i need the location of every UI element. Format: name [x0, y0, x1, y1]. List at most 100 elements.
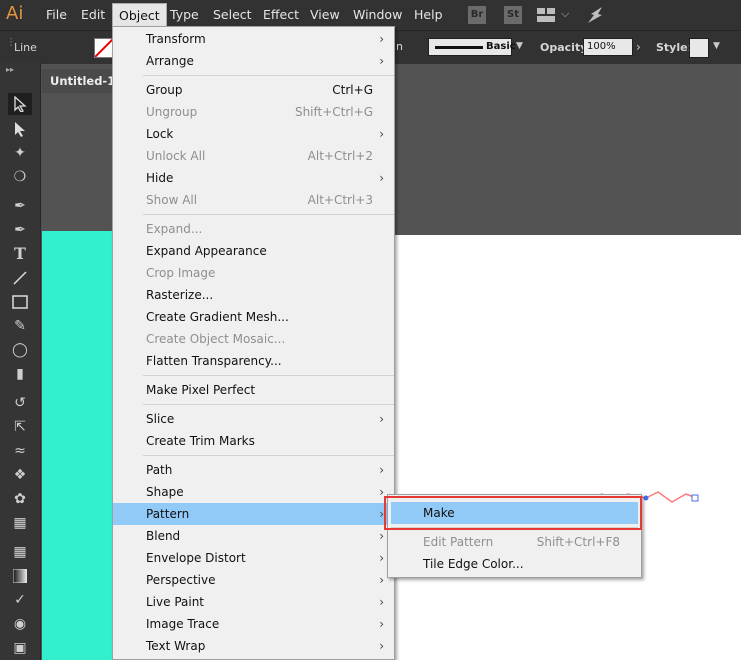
workspace-layout-icon[interactable] — [537, 8, 555, 22]
menu-item-label: Slice — [146, 412, 175, 426]
menu-shortcut: Shift+Ctrl+F8 — [536, 535, 620, 549]
menu-item-create-object-mosaic: Create Object Mosaic... — [113, 328, 394, 350]
chevron-right-icon: › — [379, 551, 384, 565]
menu-item-lock[interactable]: Lock › — [113, 123, 394, 145]
menu-item-group[interactable]: Group Ctrl+G — [113, 79, 394, 101]
graphic-style-swatch[interactable] — [689, 38, 709, 58]
chevron-down-icon[interactable]: ⌵ — [561, 7, 569, 21]
teal-shape[interactable] — [42, 231, 114, 660]
illustrator-logo: Ai — [6, 3, 24, 24]
menu-item-live-paint[interactable]: Live Paint › — [113, 591, 394, 613]
menu-item-label: Crop Image — [146, 266, 216, 280]
callout-highlight — [384, 496, 642, 530]
shaper-tool-icon[interactable]: ◯ — [8, 339, 32, 361]
chevron-down-icon[interactable]: ▼ — [516, 41, 523, 51]
menu-item-label: Create Object Mosaic... — [146, 332, 286, 346]
curvature-tool-icon[interactable]: ✒ — [8, 219, 32, 241]
chevron-right-icon: › — [379, 127, 384, 141]
rotate-tool-icon[interactable]: ↺ — [8, 392, 32, 414]
collapse-panel-icon[interactable]: ▸▸ — [6, 65, 14, 74]
column-graph-tool-icon[interactable]: ▦ — [8, 512, 32, 534]
menu-item-blend[interactable]: Blend › — [113, 525, 394, 547]
chevron-right-icon: › — [379, 54, 384, 68]
fill-swatch[interactable] — [94, 38, 114, 58]
menu-help[interactable]: Help — [408, 0, 449, 30]
rectangle-tool-icon[interactable] — [8, 291, 32, 313]
menu-item-pattern[interactable]: Pattern › — [113, 503, 394, 525]
chevron-right-icon: › — [379, 463, 384, 477]
menu-file[interactable]: File — [40, 0, 73, 30]
submenu-item-tile-edge-color[interactable]: Tile Edge Color... — [388, 553, 641, 575]
menu-shortcut: Shift+Ctrl+G — [294, 105, 373, 119]
menu-item-label: Ungroup — [146, 105, 198, 119]
menu-item-expand-appearance[interactable]: Expand Appearance — [113, 240, 394, 262]
chevron-right-icon[interactable]: › — [636, 40, 641, 54]
menu-item-shape[interactable]: Shape › — [113, 481, 394, 503]
menu-item-label: Arrange — [146, 54, 194, 68]
menu-edit[interactable]: Edit — [75, 0, 111, 30]
menu-item-flatten-transparency[interactable]: Flatten Transparency... — [113, 350, 394, 372]
paintbrush-tool-icon[interactable]: ✎ — [8, 315, 32, 337]
menu-item-label: Expand Appearance — [146, 244, 267, 258]
eyedropper-tool-icon[interactable]: ✓ — [8, 589, 32, 611]
document-tab[interactable]: Untitled-1* — [42, 69, 122, 93]
lasso-tool-icon[interactable]: ❍ — [8, 166, 32, 188]
menu-item-create-trim-marks[interactable]: Create Trim Marks — [113, 430, 394, 452]
object-menu: Transform › Arrange › Group Ctrl+G Ungroup Shif… — [112, 26, 395, 660]
menu-item-envelope-distort[interactable]: Envelope Distort › — [113, 547, 394, 569]
menu-item-label: Rasterize... — [146, 288, 214, 302]
stroke-profile-dropdown[interactable]: Basic — [428, 38, 516, 56]
type-tool-icon[interactable]: T — [8, 243, 32, 265]
warp-tool-icon[interactable]: ≈ — [8, 440, 32, 462]
menu-item-label: Pattern — [146, 507, 190, 521]
menu-item-label: Hide — [146, 171, 174, 185]
eraser-tool-icon[interactable]: ▮ — [8, 363, 32, 385]
menu-item-label: Unlock All — [146, 149, 206, 163]
menu-item-crop-image: Crop Image — [113, 262, 394, 284]
selection-tool-icon[interactable] — [8, 93, 32, 115]
menu-item-arrange[interactable]: Arrange › — [113, 50, 394, 72]
menu-item-create-gradient-mesh[interactable]: Create Gradient Mesh... — [113, 306, 394, 328]
menu-item-hide[interactable]: Hide › — [113, 167, 394, 189]
menu-item-label: Shape — [146, 485, 184, 499]
chevron-right-icon: › — [379, 412, 384, 426]
artboard[interactable] — [395, 235, 741, 660]
opacity-field[interactable]: 100% — [583, 38, 633, 56]
bridge-button[interactable]: Br — [468, 6, 486, 24]
gradient-tool-icon[interactable] — [8, 565, 32, 587]
blend-tool-icon[interactable]: ◉ — [8, 613, 32, 635]
magic-wand-tool-icon[interactable]: ✦ — [8, 142, 32, 164]
menu-item-path[interactable]: Path › — [113, 459, 394, 481]
free-transform-tool-icon[interactable]: ❖ — [8, 464, 32, 486]
chevron-right-icon: › — [379, 171, 384, 185]
stock-button[interactable]: St — [504, 6, 522, 24]
line-tool-icon[interactable] — [8, 267, 32, 289]
menu-item-text-wrap[interactable]: Text Wrap › — [113, 635, 394, 657]
menu-item-label: Perspective — [146, 573, 216, 587]
selection-type-label: Line — [14, 41, 37, 54]
menu-separator — [143, 455, 394, 456]
pen-tool-icon[interactable]: ✒ — [8, 195, 32, 217]
slice-tool-icon[interactable]: ▣ — [8, 637, 32, 659]
mesh-tool-icon[interactable]: ▦ — [8, 541, 32, 563]
chevron-right-icon: › — [379, 32, 384, 46]
menu-item-transform[interactable]: Transform › — [113, 28, 394, 50]
menu-separator — [143, 214, 394, 215]
direct-selection-tool-icon[interactable] — [8, 118, 32, 140]
menu-item-label: Lock — [146, 127, 174, 141]
menu-item-perspective[interactable]: Perspective › — [113, 569, 394, 591]
gpu-performance-icon[interactable] — [586, 5, 606, 28]
menu-separator — [143, 75, 394, 76]
menu-item-image-trace[interactable]: Image Trace › — [113, 613, 394, 635]
menu-item-label: Show All — [146, 193, 198, 207]
symbol-sprayer-tool-icon[interactable]: ✿ — [8, 488, 32, 510]
menu-item-make-pixel-perfect[interactable]: Make Pixel Perfect — [113, 379, 394, 401]
scale-tool-icon[interactable]: ⇱ — [8, 416, 32, 438]
menu-item-rasterize[interactable]: Rasterize... — [113, 284, 394, 306]
menu-separator — [143, 404, 394, 405]
menu-shortcut: Alt+Ctrl+2 — [307, 149, 373, 163]
menu-item-ungroup: Ungroup Shift+Ctrl+G — [113, 101, 394, 123]
stroke-style-label: Basic — [486, 41, 516, 52]
chevron-down-icon[interactable]: ▼ — [713, 41, 720, 51]
menu-item-slice[interactable]: Slice › — [113, 408, 394, 430]
